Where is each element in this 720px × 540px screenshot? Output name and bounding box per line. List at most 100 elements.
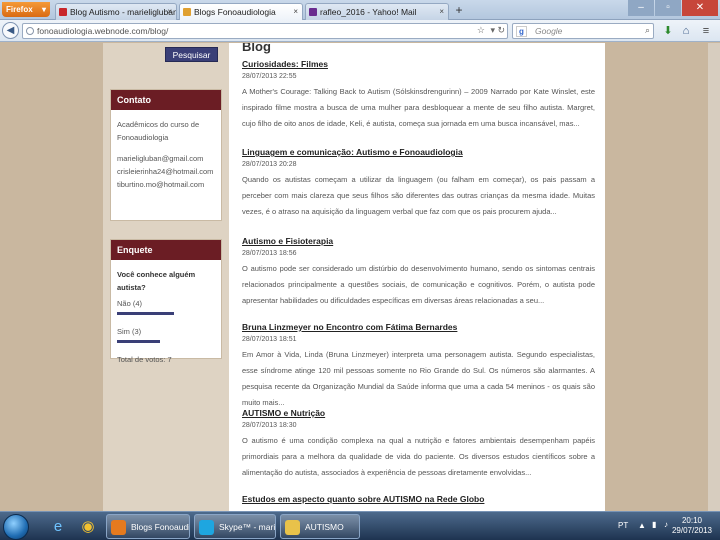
- close-icon[interactable]: ×: [293, 4, 298, 20]
- tab-title: rafleo_2016 - Yahoo! Mail: [320, 7, 417, 17]
- taskbar-item-label: Blogs Fonoaudio...: [131, 522, 189, 532]
- bookmark-star-icon[interactable]: ☆: [477, 25, 485, 36]
- post-date: 28/07/2013 18:51: [242, 336, 297, 343]
- close-icon[interactable]: ×: [167, 4, 172, 20]
- blogger-favicon-icon: [59, 8, 67, 16]
- contact-line: Fonoaudiologia: [117, 133, 169, 142]
- search-bar[interactable]: g Google ⌕: [512, 23, 654, 39]
- close-icon[interactable]: ×: [439, 4, 444, 20]
- sidebar: Pesquisar Contato Acadêmicos do curso de…: [103, 43, 229, 511]
- post-excerpt: Quando os autistas começam a utilizar da…: [242, 175, 595, 216]
- post-title-link[interactable]: Linguagem e comunicação: Autismo e Fonoa…: [242, 147, 595, 157]
- volume-icon[interactable]: ♪: [664, 520, 668, 529]
- blog-post: Curiosidades: Filmes 28/07/2013 22:55 A …: [242, 59, 595, 132]
- blog-post: Estudos em aspecto quanto sobre AUTISMO …: [242, 494, 595, 504]
- post-title-link[interactable]: Bruna Linzmeyer no Encontro com Fátima B…: [242, 322, 595, 332]
- blog-main: Blog Curiosidades: Filmes 28/07/2013 22:…: [229, 43, 605, 511]
- blog-post: Linguagem e comunicação: Autismo e Fonoa…: [242, 147, 595, 220]
- google-engine-icon[interactable]: g: [516, 26, 527, 37]
- taskbar-item-label: AUTISMO: [305, 522, 344, 532]
- taskbar-item-firefox[interactable]: Blogs Fonoaudio...: [106, 514, 190, 539]
- poll-panel: Enquete Você conhece alguém autista? Não…: [110, 239, 222, 364]
- poll-total: Total de votos: 7: [117, 355, 172, 364]
- browser-tab-strip: Firefox ▾ Blog Autismo - marieligluban@g…: [0, 0, 720, 20]
- firefox-icon: [111, 520, 126, 535]
- taskbar-item-folder[interactable]: AUTISMO: [280, 514, 360, 539]
- window-controls: – ▫ ✕: [620, 0, 720, 18]
- reload-icon[interactable]: ↻: [497, 25, 505, 36]
- taskbar-item-skype[interactable]: Skype™ - marielig...: [194, 514, 276, 539]
- post-date: 28/07/2013 22:55: [242, 73, 297, 80]
- menu-icon[interactable]: ≡: [699, 24, 713, 38]
- back-arrow-icon: ◀: [6, 25, 15, 36]
- contact-description: Acadêmicos do curso de Fonoaudiologia: [117, 118, 215, 144]
- contact-panel-body: Acadêmicos do curso de Fonoaudiologia ma…: [111, 110, 221, 207]
- search-icon[interactable]: ⌕: [645, 25, 650, 36]
- home-icon[interactable]: ⌂: [679, 24, 693, 38]
- firefox-menu-button[interactable]: Firefox ▾: [2, 2, 50, 17]
- post-title-link[interactable]: Curiosidades: Filmes: [242, 59, 595, 69]
- download-icon[interactable]: ⬇: [661, 24, 675, 38]
- poll-option[interactable]: Sim (3): [117, 325, 215, 338]
- chevron-down-icon: ▾: [41, 5, 46, 14]
- blog-post: AUTISMO e Nutrição 28/07/2013 18:30 O au…: [242, 408, 595, 481]
- tab-blog-autismo[interactable]: Blog Autismo - marieligluban@gmai... ×: [55, 3, 177, 20]
- clock-time: 20:10: [681, 516, 702, 525]
- page-title: Blog: [242, 43, 271, 54]
- poll-result-bar: [117, 312, 174, 315]
- skype-icon: [199, 520, 214, 535]
- poll-question: Você conhece alguém autista?: [117, 270, 196, 292]
- web-page: Pesquisar Contato Acadêmicos do curso de…: [0, 43, 720, 511]
- post-title-link[interactable]: Estudos em aspecto quanto sobre AUTISMO …: [242, 494, 595, 504]
- search-placeholder: Google: [535, 26, 563, 36]
- post-excerpt: Em Amor à Vida, Linda (Bruna Linzmeyer) …: [242, 350, 595, 407]
- tab-title: Blog Autismo - marieligluban@gmai...: [70, 7, 176, 17]
- post-excerpt: O autismo pode ser considerado um distúr…: [242, 264, 595, 305]
- new-tab-button[interactable]: +: [452, 3, 466, 18]
- start-button[interactable]: [3, 514, 29, 540]
- contact-panel: Contato Acadêmicos do curso de Fonoaudio…: [110, 89, 222, 221]
- clock[interactable]: 20:10 29/07/2013: [672, 516, 712, 536]
- search-submit-button[interactable]: Pesquisar: [165, 47, 218, 62]
- clock-date: 29/07/2013: [671, 526, 712, 535]
- scrollbar[interactable]: [708, 43, 720, 511]
- system-tray: PT ▲ ▮ ♪ 20:10 29/07/2013: [608, 512, 720, 540]
- url-text: fonoaudiologia.webnode.com/blog/: [37, 26, 169, 36]
- poll-panel-body: Você conhece alguém autista? Não (4) Sim…: [111, 260, 221, 374]
- post-title-link[interactable]: AUTISMO e Nutrição: [242, 408, 595, 418]
- webnode-favicon-icon: [183, 8, 191, 16]
- page-content: Pesquisar Contato Acadêmicos do curso de…: [103, 43, 605, 511]
- post-date: 28/07/2013 18:56: [242, 250, 297, 257]
- email-link[interactable]: tiburtino.mo@hotmail.com: [117, 180, 204, 189]
- network-icon[interactable]: ▮: [652, 520, 656, 529]
- back-button[interactable]: ◀: [2, 22, 19, 39]
- url-bar[interactable]: fonoaudiologia.webnode.com/blog/ ☆ ▾ ↻: [22, 23, 508, 39]
- show-hidden-icons-icon[interactable]: ▲: [638, 521, 646, 530]
- email-link[interactable]: crisleierinha24@hotmail.com: [117, 167, 213, 176]
- windows-taskbar: e ◉ Blogs Fonoaudio... Skype™ - marielig…: [0, 511, 720, 540]
- firefox-menu-label: Firefox: [6, 5, 33, 14]
- maximize-button[interactable]: ▫: [655, 0, 681, 16]
- chrome-icon[interactable]: ◉: [74, 515, 102, 538]
- language-indicator[interactable]: PT: [618, 521, 628, 530]
- contact-panel-title: Contato: [111, 90, 221, 110]
- dropdown-arrow-icon[interactable]: ▾: [490, 25, 495, 36]
- post-date: 28/07/2013 20:28: [242, 161, 297, 168]
- poll-option[interactable]: Não (4): [117, 297, 215, 310]
- navigation-bar: ◀ fonoaudiologia.webnode.com/blog/ ☆ ▾ ↻…: [0, 20, 720, 42]
- post-title-link[interactable]: Autismo e Fisioterapia: [242, 236, 595, 246]
- yahoo-favicon-icon: [309, 8, 317, 16]
- tab-blogs-fonoaudiologia[interactable]: Blogs Fonoaudiologia ×: [179, 3, 303, 20]
- email-link[interactable]: marieligluban@gmail.com: [117, 154, 203, 163]
- blog-post: Autismo e Fisioterapia 28/07/2013 18:56 …: [242, 236, 595, 309]
- folder-icon: [285, 520, 300, 535]
- post-excerpt: A Mother's Courage: Talking Back to Auti…: [242, 87, 595, 128]
- contact-emails: marieligluban@gmail.com crisleierinha24@…: [117, 152, 215, 191]
- minimize-button[interactable]: –: [628, 0, 654, 16]
- poll-panel-title: Enquete: [111, 240, 221, 260]
- close-window-button[interactable]: ✕: [682, 0, 718, 16]
- post-excerpt: O autismo é uma condição complexa na qua…: [242, 436, 595, 477]
- tab-title: Blogs Fonoaudiologia: [194, 7, 276, 17]
- internet-explorer-icon[interactable]: e: [44, 515, 72, 538]
- tab-yahoo-mail[interactable]: rafleo_2016 - Yahoo! Mail ×: [305, 3, 449, 20]
